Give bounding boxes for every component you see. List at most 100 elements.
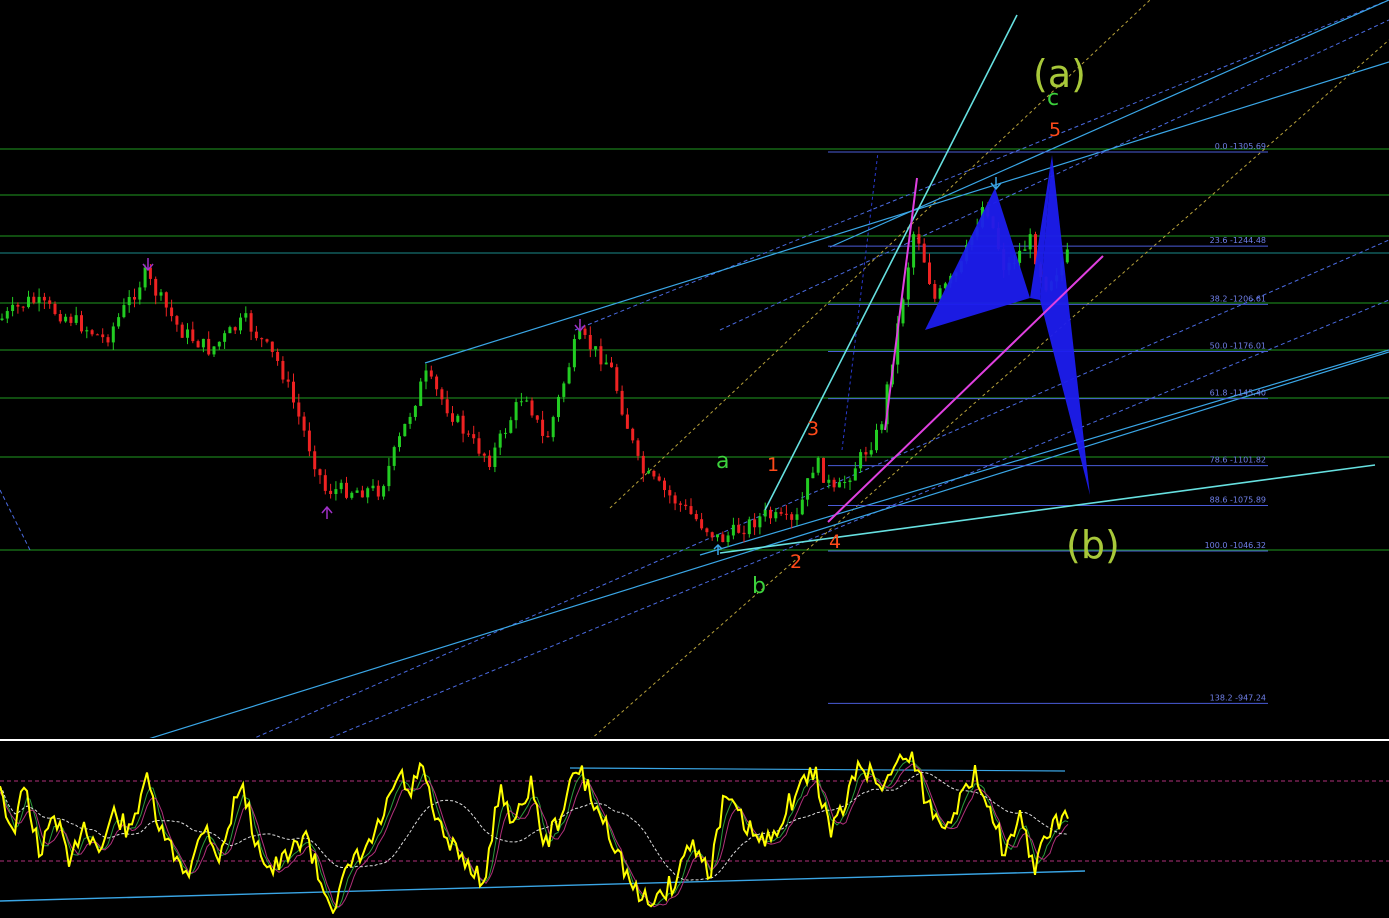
candle-body[interactable] xyxy=(212,346,216,355)
candle-body[interactable] xyxy=(700,519,704,529)
candle-body[interactable] xyxy=(122,305,126,318)
candle-body[interactable] xyxy=(482,453,486,456)
candle-body[interactable] xyxy=(705,528,709,533)
oscillator-pane[interactable] xyxy=(0,741,1389,916)
candle-body[interactable] xyxy=(525,400,529,402)
candle-body[interactable] xyxy=(848,480,852,483)
candle-body[interactable] xyxy=(928,262,931,284)
candle-body[interactable] xyxy=(138,287,142,300)
candle-body[interactable] xyxy=(875,429,878,451)
candle-body[interactable] xyxy=(652,470,656,477)
candle-body[interactable] xyxy=(133,297,136,300)
candle-body[interactable] xyxy=(514,402,518,421)
candle-body[interactable] xyxy=(281,360,285,380)
candle-body[interactable] xyxy=(864,452,868,455)
candle-body[interactable] xyxy=(164,292,168,308)
candle-body[interactable] xyxy=(48,300,52,304)
candle-body[interactable] xyxy=(795,514,799,520)
candle-body[interactable] xyxy=(557,396,560,418)
candle-body[interactable] xyxy=(371,485,375,489)
candle-body[interactable] xyxy=(832,479,836,488)
candle-body[interactable] xyxy=(684,504,688,507)
candle-body[interactable] xyxy=(270,341,274,352)
candle-body[interactable] xyxy=(631,428,635,441)
candle-body[interactable] xyxy=(758,516,762,528)
candle-body[interactable] xyxy=(302,416,306,431)
candle-body[interactable] xyxy=(837,482,841,488)
candle-body[interactable] xyxy=(853,468,857,481)
candle-body[interactable] xyxy=(159,292,163,296)
candle-body[interactable] xyxy=(170,307,174,317)
candle-body[interactable] xyxy=(774,512,778,519)
candle-body[interactable] xyxy=(541,419,545,436)
candle-body[interactable] xyxy=(435,376,439,390)
candle-body[interactable] xyxy=(196,341,200,348)
candle-body[interactable] xyxy=(90,330,94,335)
candle-body[interactable] xyxy=(345,482,348,498)
candle-body[interactable] xyxy=(21,306,25,308)
candle-body[interactable] xyxy=(355,490,359,493)
candle-body[interactable] xyxy=(763,509,767,517)
candle-body[interactable] xyxy=(265,339,269,342)
candle-body[interactable] xyxy=(101,334,105,338)
candle-body[interactable] xyxy=(456,415,460,422)
channel-line[interactable] xyxy=(144,351,1389,741)
candle-body[interactable] xyxy=(339,482,343,490)
candle-body[interactable] xyxy=(466,433,470,435)
candle-body[interactable] xyxy=(800,499,804,515)
candle-body[interactable] xyxy=(413,405,417,417)
candle-body[interactable] xyxy=(297,402,301,417)
candle-body[interactable] xyxy=(753,519,757,528)
candle-body[interactable] xyxy=(562,383,566,397)
candle-body[interactable] xyxy=(334,489,338,495)
candle-body[interactable] xyxy=(822,457,825,483)
candle-body[interactable] xyxy=(938,288,942,299)
candle-body[interactable] xyxy=(244,313,248,318)
candle-body[interactable] xyxy=(95,334,99,336)
candle-body[interactable] xyxy=(663,480,666,491)
candle-body[interactable] xyxy=(922,243,926,263)
candle-body[interactable] xyxy=(80,315,83,332)
candle-body[interactable] xyxy=(217,341,221,347)
candle-body[interactable] xyxy=(286,379,290,382)
candle-body[interactable] xyxy=(408,416,412,424)
vertical-dashed-line[interactable] xyxy=(841,151,879,451)
candle-body[interactable] xyxy=(546,435,550,438)
candle-body[interactable] xyxy=(143,267,147,288)
candle-body[interactable] xyxy=(668,490,672,496)
candle-body[interactable] xyxy=(912,234,916,268)
candle-body[interactable] xyxy=(249,313,253,332)
candle-body[interactable] xyxy=(111,326,115,343)
candle-body[interactable] xyxy=(504,432,507,434)
candle-body[interactable] xyxy=(710,532,714,538)
candle-body[interactable] xyxy=(567,367,571,384)
candle-body[interactable] xyxy=(233,327,237,331)
candle-body[interactable] xyxy=(694,513,698,520)
candle-body[interactable] xyxy=(180,324,184,338)
candle-body[interactable] xyxy=(599,346,603,365)
candle-body[interactable] xyxy=(657,476,661,481)
candle-body[interactable] xyxy=(811,472,815,479)
candle-body[interactable] xyxy=(615,367,619,391)
candle-body[interactable] xyxy=(906,267,910,300)
candle-body[interactable] xyxy=(42,296,46,301)
candle-body[interactable] xyxy=(276,351,280,361)
candle-body[interactable] xyxy=(731,524,735,536)
candle-body[interactable] xyxy=(313,451,317,470)
oscillator-trend-line[interactable] xyxy=(569,767,1066,772)
candle-body[interactable] xyxy=(329,490,333,495)
candle-body[interactable] xyxy=(424,370,428,382)
candle-body[interactable] xyxy=(843,482,847,484)
candle-body[interactable] xyxy=(535,415,539,420)
candle-body[interactable] xyxy=(477,438,481,454)
candle-body[interactable] xyxy=(376,485,380,497)
candle-body[interactable] xyxy=(461,415,465,434)
candle-body[interactable] xyxy=(636,440,640,456)
candle-body[interactable] xyxy=(106,337,110,343)
candle-body[interactable] xyxy=(625,414,629,429)
candle-body[interactable] xyxy=(509,420,513,433)
candle-body[interactable] xyxy=(806,478,810,500)
candle-body[interactable] xyxy=(85,330,89,332)
candle-body[interactable] xyxy=(769,509,772,519)
candle-body[interactable] xyxy=(292,381,295,403)
